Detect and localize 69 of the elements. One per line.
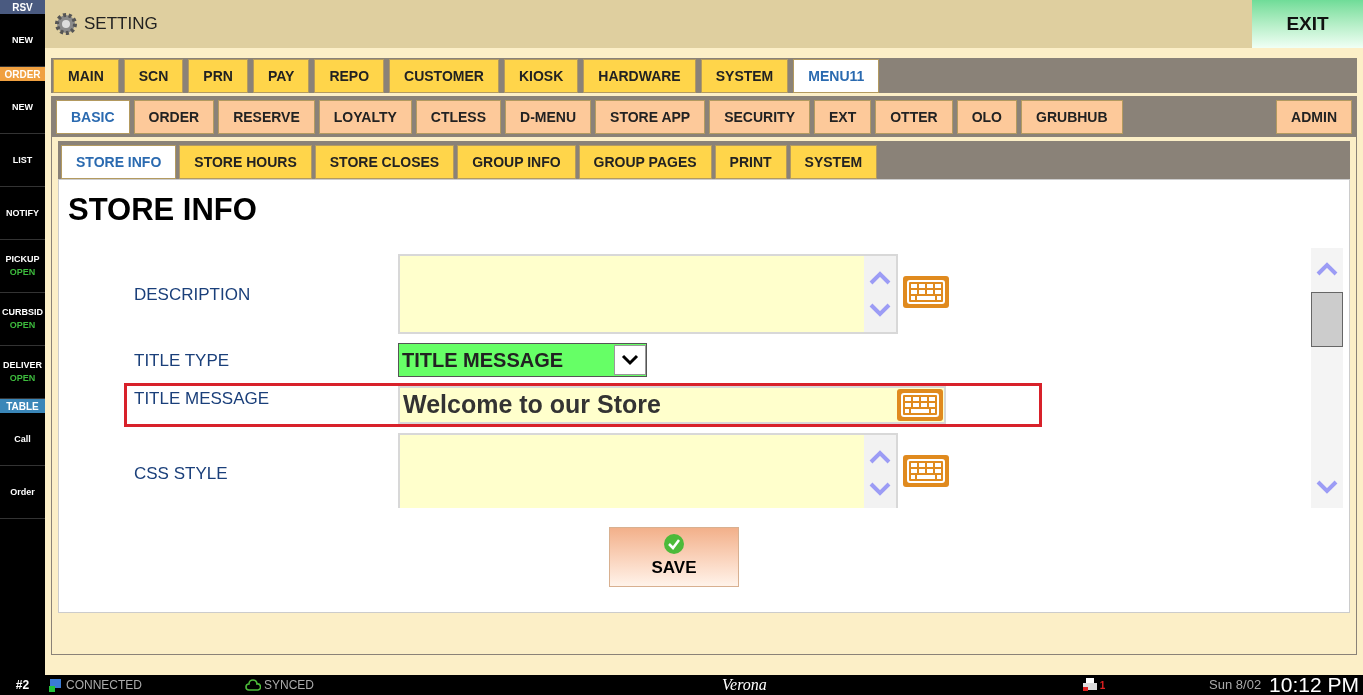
scrollbar-thumb[interactable] [1311, 292, 1343, 347]
tab[interactable]: GROUP INFO [457, 145, 576, 179]
tab[interactable]: REPO [314, 59, 385, 93]
tab[interactable]: MENU11 [793, 59, 880, 93]
tab[interactable]: MAIN [53, 59, 119, 93]
tab[interactable]: GRUBHUB [1021, 100, 1123, 134]
scroll-up-icon[interactable] [869, 450, 891, 464]
tab[interactable]: PAY [252, 59, 310, 93]
tab[interactable]: CUSTOMER [389, 59, 499, 93]
connection-status: CONNECTED [66, 677, 142, 694]
scroll-down-icon[interactable] [869, 303, 891, 317]
tab[interactable]: SCN [123, 59, 184, 93]
keyboard-icon[interactable] [897, 389, 943, 421]
tab[interactable]: OLO [956, 100, 1017, 134]
field-label: TITLE MESSAGE [133, 388, 271, 410]
cloud-icon [245, 679, 261, 691]
field-label: CSS STYLE [133, 463, 229, 485]
tab[interactable]: SYSTEM [789, 145, 878, 179]
keyboard-icon[interactable] [903, 276, 949, 308]
field-label: TITLE TYPE [133, 350, 231, 373]
scroll-up-icon[interactable] [1316, 262, 1338, 276]
scroll-up-icon[interactable] [869, 271, 891, 285]
tab[interactable]: STORE APP [595, 100, 706, 134]
checkmark-icon [663, 533, 685, 556]
save-button[interactable]: SAVE [609, 527, 739, 587]
clock: 10:12 PM [1269, 675, 1359, 695]
tab[interactable]: OTTER [875, 100, 953, 134]
scroll-down-icon[interactable] [1316, 480, 1338, 494]
tab[interactable]: RESERVE [218, 100, 315, 134]
tab[interactable]: D-MENU [505, 100, 592, 134]
tab[interactable]: CTLESS [415, 100, 502, 134]
network-icon [49, 678, 63, 692]
exit-button[interactable]: EXIT [1252, 0, 1363, 48]
tab[interactable]: ORDER [133, 100, 215, 134]
date: Sun 8/02 [1209, 676, 1262, 695]
tab[interactable]: SECURITY [709, 100, 810, 134]
dropdown-caret-icon [621, 354, 639, 366]
tab[interactable]: HARDWARE [583, 59, 696, 93]
tab[interactable]: SYSTEM [700, 59, 789, 93]
scrollbar[interactable] [1311, 248, 1343, 508]
text-area[interactable] [398, 433, 898, 508]
keyboard-icon[interactable] [903, 455, 949, 487]
page-title: STORE INFO [68, 191, 258, 229]
text-area[interactable] [398, 254, 898, 334]
tab[interactable]: KIOSK [503, 59, 579, 93]
tab[interactable]: STORE CLOSES [314, 145, 455, 179]
gear-icon [54, 12, 78, 36]
tab[interactable]: BASIC [56, 100, 130, 134]
tab[interactable]: PRN [188, 59, 248, 93]
sync-status: SYNCED [264, 677, 315, 694]
tab[interactable]: GROUP PAGES [578, 145, 712, 179]
scroll-down-icon[interactable] [869, 482, 891, 496]
sidebar-header: RSV [0, 0, 45, 14]
store-name: Verona [722, 675, 767, 695]
field-label: DESCRIPTION [133, 284, 252, 306]
station-number: #2 [14, 677, 31, 694]
tab[interactable]: STORE HOURS [179, 145, 312, 179]
sidebar-header: ORDER [0, 67, 45, 81]
printer-count: 1 [1099, 678, 1106, 693]
window-title: SETTING [84, 13, 158, 36]
tab[interactable]: PRINT [714, 145, 787, 179]
dropdown[interactable]: TITLE MESSAGE [398, 343, 647, 377]
text-field[interactable]: Welcome to our Store [398, 386, 946, 424]
printer-icon [1081, 678, 1098, 692]
tab[interactable]: LOYALTY [318, 100, 412, 134]
tab[interactable]: STORE INFO [61, 145, 177, 179]
sidebar-header: TABLE [0, 399, 45, 413]
tab[interactable]: EXT [814, 100, 872, 134]
tab[interactable]: ADMIN [1276, 100, 1352, 134]
